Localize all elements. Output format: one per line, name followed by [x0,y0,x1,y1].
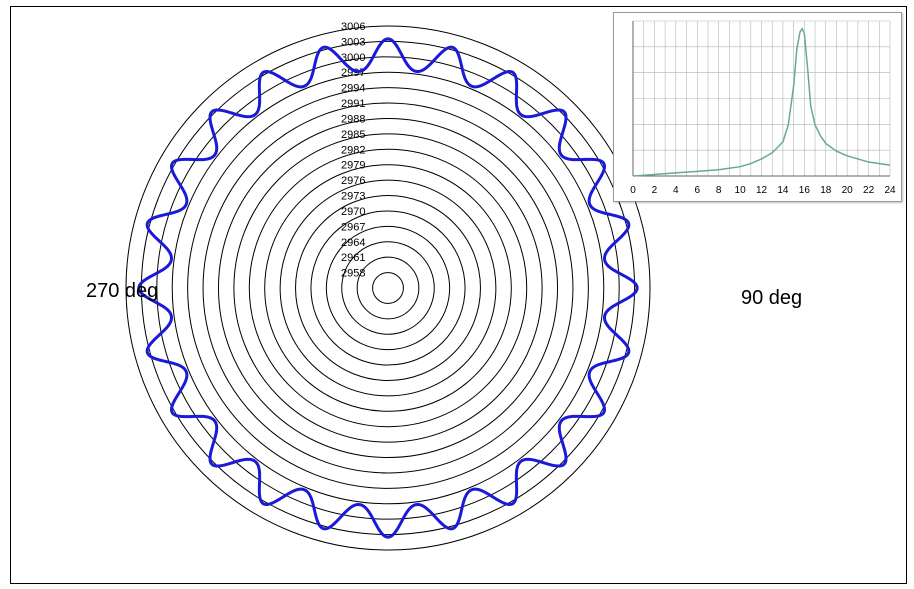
polar-ring [187,87,589,489]
radial-tick-label: 3006 [341,21,365,33]
polar-ring [356,256,420,320]
polar-ring [310,210,466,366]
inset-chart: 0 2 4 6 8 10 12 14 16 18 20 22 24 [613,12,902,202]
inset-x-tick-label: 20 [842,185,854,196]
polar-ring [279,179,497,397]
radial-tick-label: 2961 [341,252,365,264]
radial-tick-label: 2958 [341,268,365,280]
inset-x-tick-label: 16 [799,185,811,196]
inset-x-tick-labels: 0 2 4 6 8 10 12 14 16 18 20 22 24 [630,185,896,196]
radial-tick-label: 2967 [341,221,365,233]
polar-ring [264,164,512,412]
radial-tick-label: 2991 [341,98,365,110]
polar-ring [140,40,636,536]
inset-x-tick-label: 4 [673,185,679,196]
angle-label-90: 90 deg [741,287,803,309]
radial-tick-label: 2979 [341,160,365,172]
angle-label-270: 270 deg [86,280,159,302]
polar-ring [372,272,404,304]
radial-tick-label: 2982 [341,144,365,156]
inset-grid [632,20,891,177]
radial-tick-label: 3003 [341,36,365,48]
inset-x-tick-label: 18 [820,185,832,196]
inset-chart-svg: 0 2 4 6 8 10 12 14 16 18 20 22 24 [630,20,896,196]
radial-tick-label: 2988 [341,113,365,125]
polar-ring [156,56,620,520]
radial-tick-label: 2994 [341,83,365,95]
radial-tick-label: 2964 [341,237,365,249]
radial-tick-label: 2970 [341,206,365,218]
inset-x-tick-label: 12 [756,185,768,196]
polar-rings [125,25,651,551]
radial-tick-label: 2985 [341,129,365,141]
inset-x-tick-label: 2 [652,185,658,196]
polar-ring [248,148,528,428]
inset-x-tick-label: 10 [735,185,747,196]
inset-x-tick-label: 6 [694,185,700,196]
radial-tick-label: 2976 [341,175,365,187]
polar-ring [295,195,481,381]
inset-x-tick-label: 0 [630,185,636,196]
polar-ring [217,117,559,459]
inset-x-tick-label: 22 [863,185,875,196]
inset-x-tick-label: 8 [716,185,722,196]
inset-x-tick-label: 14 [777,185,789,196]
radial-tick-labels: 3006300330002997299429912988298529822979… [341,21,365,280]
inset-x-tick-label: 24 [884,185,896,196]
radial-tick-label: 2973 [341,191,365,203]
polar-ring [171,71,605,505]
polar-ring [125,25,651,551]
polar-ring [202,102,574,474]
